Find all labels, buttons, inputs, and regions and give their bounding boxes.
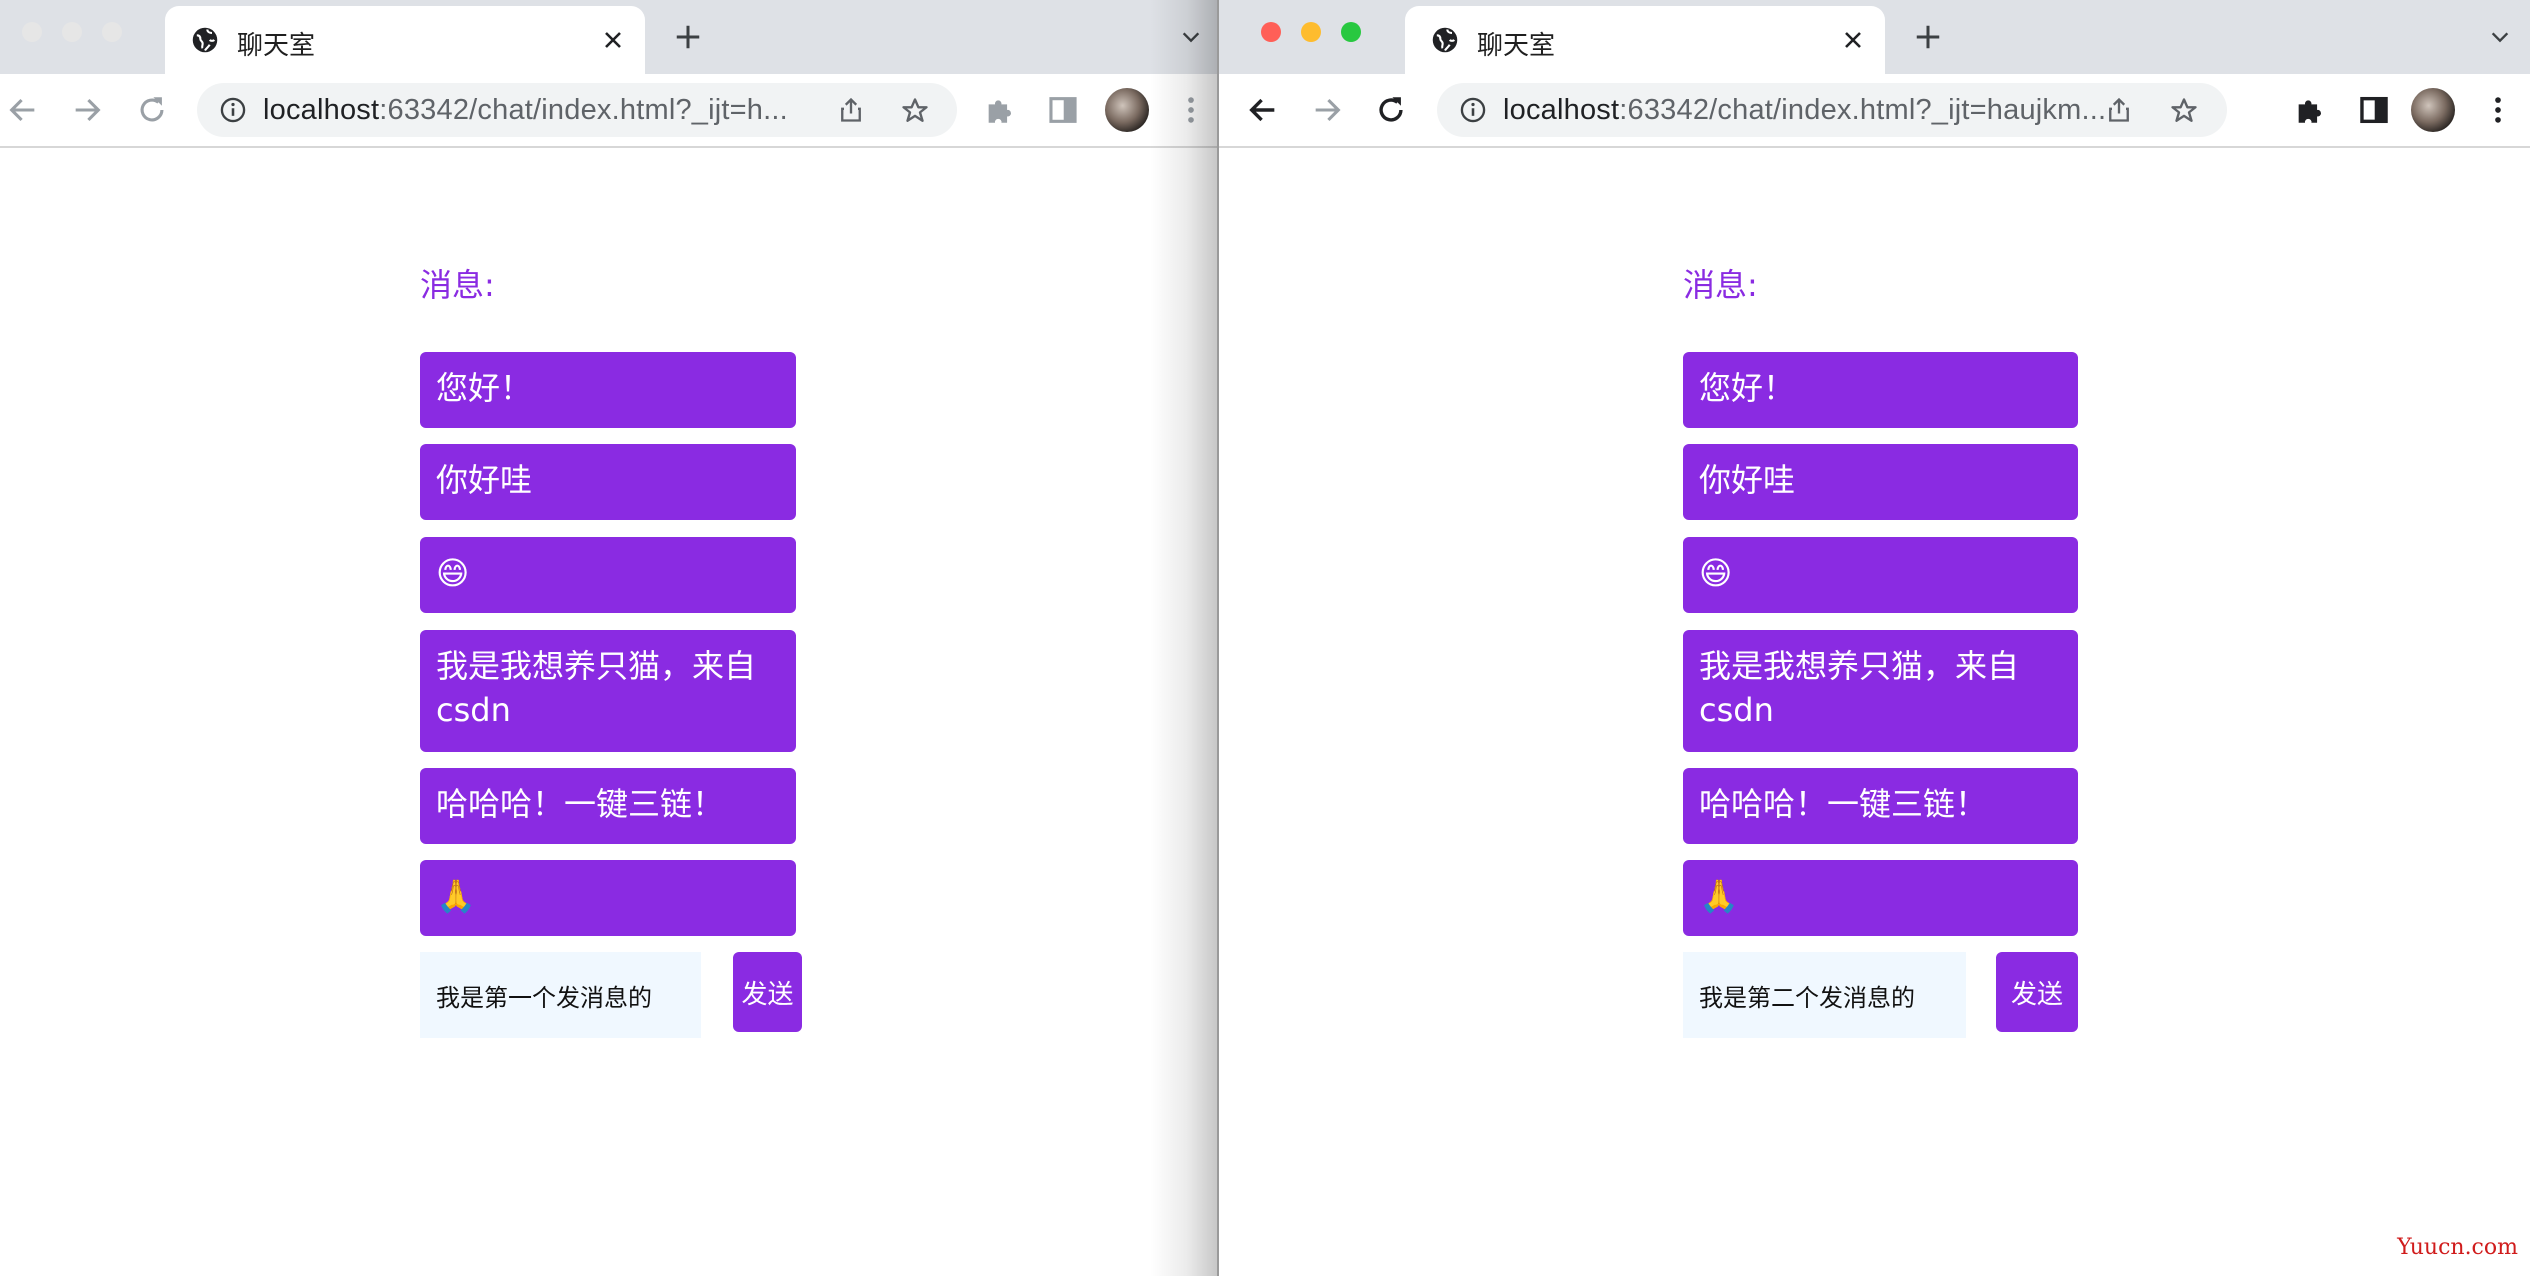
side-panel-icon[interactable] — [2357, 93, 2391, 127]
message-bubble: 哈哈哈！一键三链！ — [420, 768, 796, 844]
browser-window-right: 聊天室 localhost:63342/chat/index.html?_ijt… — [1217, 0, 2530, 1276]
address-bar[interactable]: localhost:63342/chat/index.html?_ijt=hau… — [1437, 83, 2227, 137]
forward-arrow-icon[interactable] — [1310, 93, 1344, 127]
message-bubble: 哈哈哈！一键三链！ — [1683, 768, 2078, 844]
watermark: Yuucn.com — [2397, 1235, 2518, 1260]
avatar[interactable] — [1105, 88, 1149, 132]
plus-icon[interactable] — [1913, 22, 1943, 52]
url-text[interactable]: localhost:63342/chat/index.html?_ijt=hau… — [1503, 94, 2123, 127]
forward-arrow-icon[interactable] — [70, 93, 104, 127]
send-button[interactable]: 发送 — [1996, 952, 2078, 1032]
minimize-window-button[interactable] — [1301, 22, 1321, 42]
message-bubble: 我是我想养只猫，来自csdn — [1683, 630, 2078, 752]
minimize-window-button[interactable] — [62, 22, 82, 42]
message-input[interactable] — [420, 952, 701, 1038]
messages-heading: 消息: — [420, 266, 495, 304]
close-icon[interactable] — [1841, 28, 1865, 52]
globe-icon — [192, 27, 218, 53]
info-icon[interactable] — [1459, 96, 1487, 124]
globe-icon — [1432, 27, 1458, 53]
chevron-down-icon[interactable] — [1180, 26, 1202, 48]
chevron-down-icon[interactable] — [2489, 26, 2511, 48]
close-window-button[interactable] — [22, 22, 42, 42]
reload-icon[interactable] — [1374, 93, 1408, 127]
message-bubble: 🙏 — [1683, 860, 2078, 936]
tab-strip: 聊天室 — [0, 0, 1217, 74]
send-button[interactable]: 发送 — [733, 952, 802, 1032]
tab-strip: 聊天室 — [1219, 0, 2530, 74]
tab-chatroom[interactable]: 聊天室 — [1405, 6, 1885, 74]
maximize-window-button[interactable] — [1341, 22, 1361, 42]
star-icon[interactable] — [900, 96, 930, 126]
url-text[interactable]: localhost:63342/chat/index.html?_ijt=h..… — [263, 94, 823, 127]
message-bubble: 😄 — [1683, 537, 2078, 613]
tab-title: 聊天室 — [237, 31, 316, 61]
message-input[interactable] — [1683, 952, 1966, 1038]
reload-icon[interactable] — [135, 93, 169, 127]
share-icon[interactable] — [2105, 96, 2133, 124]
message-bubble: 我是我想养只猫，来自csdn — [420, 630, 796, 752]
kebab-menu-icon[interactable] — [2481, 93, 2515, 127]
back-arrow-icon[interactable] — [6, 93, 40, 127]
kebab-menu-icon[interactable] — [1174, 93, 1208, 127]
side-panel-icon[interactable] — [1046, 93, 1080, 127]
message-bubble: 您好！ — [1683, 352, 2078, 428]
maximize-window-button[interactable] — [102, 22, 122, 42]
puzzle-icon[interactable] — [2293, 93, 2327, 127]
close-icon[interactable] — [601, 28, 625, 52]
star-icon[interactable] — [2169, 96, 2199, 126]
back-arrow-icon[interactable] — [1246, 93, 1280, 127]
puzzle-icon[interactable] — [983, 93, 1017, 127]
tab-title: 聊天室 — [1477, 31, 1556, 61]
page-content: 消息: 您好！ 你好哇 😄 我是我想养只猫，来自csdn 哈哈哈！一键三链！ 🙏… — [0, 148, 1217, 1276]
share-icon[interactable] — [837, 96, 865, 124]
message-bubble: 🙏 — [420, 860, 796, 936]
browser-toolbar: localhost:63342/chat/index.html?_ijt=h..… — [0, 74, 1217, 148]
browser-toolbar: localhost:63342/chat/index.html?_ijt=hau… — [1219, 74, 2530, 148]
info-icon[interactable] — [219, 96, 247, 124]
close-window-button[interactable] — [1261, 22, 1281, 42]
tab-chatroom[interactable]: 聊天室 — [165, 6, 645, 74]
plus-icon[interactable] — [673, 22, 703, 52]
message-bubble: 😄 — [420, 537, 796, 613]
message-bubble: 你好哇 — [1683, 444, 2078, 520]
message-bubble: 你好哇 — [420, 444, 796, 520]
address-bar[interactable]: localhost:63342/chat/index.html?_ijt=h..… — [197, 83, 957, 137]
page-content: 消息: 您好！ 你好哇 😄 我是我想养只猫，来自csdn 哈哈哈！一键三链！ 🙏… — [1219, 148, 2530, 1276]
messages-heading: 消息: — [1683, 266, 1758, 304]
message-bubble: 您好！ — [420, 352, 796, 428]
browser-window-left: 聊天室 localhost:63342/chat/index.html?_ijt… — [0, 0, 1217, 1276]
avatar[interactable] — [2411, 88, 2455, 132]
